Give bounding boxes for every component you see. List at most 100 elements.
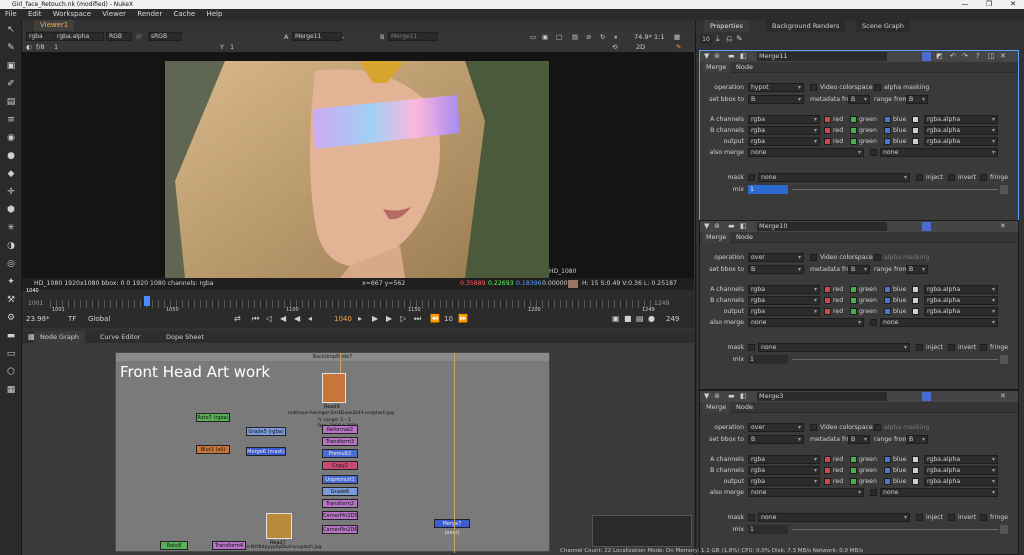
node-merge7[interactable]: Merge7 (over): [434, 519, 470, 536]
color-icon[interactable]: ◉: [4, 132, 18, 144]
mask-select[interactable]: none: [758, 343, 910, 352]
b-blue-checkbox[interactable]: [884, 467, 891, 474]
refresh-icon[interactable]: ↻: [600, 32, 605, 43]
menu-render[interactable]: Render: [137, 10, 162, 18]
pointer-icon[interactable]: ↖: [4, 24, 18, 36]
menu-viewer[interactable]: Viewer: [102, 10, 126, 18]
out-red-checkbox[interactable]: [824, 138, 831, 145]
3d-icon[interactable]: ⬢: [4, 204, 18, 216]
also-merge-select[interactable]: none: [748, 318, 864, 327]
invert-checkbox[interactable]: [948, 514, 955, 521]
metadata-select[interactable]: B: [848, 265, 870, 274]
color-icon[interactable]: [922, 222, 931, 231]
out-alpha-checkbox[interactable]: [912, 478, 919, 485]
image-icon[interactable]: ▣: [4, 60, 18, 72]
set-bbox-select[interactable]: B: [748, 95, 804, 104]
close-panel-icon[interactable]: ✕: [1000, 222, 1006, 230]
mix-input[interactable]: 1: [748, 185, 788, 194]
b-channels-select[interactable]: rgba: [748, 296, 820, 305]
wipe-icon[interactable]: ⊘: [586, 32, 591, 43]
alpha-masking-checkbox[interactable]: [874, 84, 881, 91]
alpha-masking-checkbox[interactable]: [874, 424, 881, 431]
inject-checkbox[interactable]: [916, 514, 923, 521]
alpha-select[interactable]: rgba.alpha: [54, 32, 104, 41]
float-panel-icon[interactable]: ◧: [740, 52, 747, 60]
tab-background-renders[interactable]: Background Renders: [766, 20, 846, 32]
out-green-checkbox[interactable]: [850, 138, 857, 145]
node-merge6[interactable]: Merge6 (mask): [246, 447, 286, 456]
step-value[interactable]: 10: [444, 315, 453, 323]
set-bbox-select[interactable]: B: [748, 265, 804, 274]
merge-icon[interactable]: ✛: [4, 186, 18, 198]
record-icon[interactable]: ●: [648, 314, 655, 323]
cara-icon[interactable]: ⬡: [4, 366, 18, 378]
tab-curve-editor[interactable]: Curve Editor: [94, 331, 146, 343]
minimize-panel-icon[interactable]: ▬: [728, 392, 735, 400]
max-panels-input[interactable]: 10: [700, 35, 712, 44]
a-blue-checkbox[interactable]: [884, 456, 891, 463]
alpha-masking-checkbox[interactable]: [874, 254, 881, 261]
backdrop-node[interactable]: BackdropNode7 Front Head Art work Read9 …: [115, 352, 550, 553]
mask-checkbox[interactable]: [748, 344, 755, 351]
help-icon[interactable]: ?: [976, 52, 980, 60]
also-merge-select-2[interactable]: none: [880, 318, 998, 327]
output-select[interactable]: rgba: [748, 137, 820, 146]
prev-frame-icon[interactable]: ◀: [280, 314, 286, 323]
operation-select[interactable]: over: [748, 423, 804, 432]
tab-node[interactable]: Node: [732, 232, 757, 243]
a-alpha-checkbox[interactable]: [912, 286, 919, 293]
node-unpremult1[interactable]: Unpremult1: [322, 475, 358, 484]
a-red-checkbox[interactable]: [824, 286, 831, 293]
next-frame-icon[interactable]: ▶: [386, 314, 392, 323]
float-panel-icon[interactable]: ◧: [740, 392, 747, 400]
b-alpha-select[interactable]: rgba.alpha: [924, 126, 998, 135]
lock-icon[interactable]: ⤓: [716, 34, 720, 44]
node-copy2[interactable]: Copy2: [322, 461, 358, 470]
minimize-panel-icon[interactable]: ▬: [728, 52, 735, 60]
tab-merge[interactable]: Merge: [702, 402, 731, 413]
tf-select[interactable]: TF: [68, 315, 76, 323]
metadata-icon[interactable]: ✦: [4, 276, 18, 288]
end-frame-value[interactable]: 249: [666, 315, 679, 323]
step-forward-icon[interactable]: ▸: [358, 314, 362, 323]
close-panel-icon[interactable]: ✕: [1000, 392, 1006, 400]
flipbook-icon[interactable]: ▣: [612, 314, 620, 323]
operation-select[interactable]: over: [748, 253, 804, 262]
clip-icon[interactable]: ▤: [572, 32, 578, 43]
playhead[interactable]: [144, 296, 150, 306]
out-alpha-checkbox[interactable]: [912, 308, 919, 315]
furnace-icon[interactable]: ▬: [4, 330, 18, 342]
mask-select[interactable]: none: [758, 173, 910, 182]
operation-select[interactable]: hypot: [748, 83, 804, 92]
range-select[interactable]: B: [906, 95, 928, 104]
out-red-checkbox[interactable]: [824, 308, 831, 315]
out-green-checkbox[interactable]: [850, 478, 857, 485]
revert-icon[interactable]: ◫: [988, 52, 995, 60]
out-blue-checkbox[interactable]: [884, 478, 891, 485]
a-channels-select[interactable]: rgba: [748, 115, 820, 124]
ip-toggle[interactable]: IP: [136, 32, 142, 43]
lut-select[interactable]: sRGB: [148, 32, 182, 41]
a-channels-select[interactable]: rgba: [748, 455, 820, 464]
b-blue-checkbox[interactable]: [884, 297, 891, 304]
menu-help[interactable]: Help: [206, 10, 222, 18]
mix-animate-icon[interactable]: [1000, 525, 1008, 534]
node-cornerpin6[interactable]: CornerPin2D6: [322, 525, 358, 534]
input-b-select[interactable]: Merge11: [388, 32, 438, 41]
tab-scene-graph[interactable]: Scene Graph: [856, 20, 910, 32]
plugin-icon[interactable]: ▦: [4, 384, 18, 396]
node-info-icon[interactable]: ⊚: [714, 52, 720, 60]
mix-input[interactable]: 1: [748, 355, 788, 364]
input-a-select[interactable]: Merge11: [292, 32, 342, 41]
video-colorspace-checkbox[interactable]: [810, 424, 817, 431]
time-icon[interactable]: ▤: [4, 96, 18, 108]
loop-icon[interactable]: ⇄: [234, 314, 241, 323]
out-green-checkbox[interactable]: [850, 308, 857, 315]
node-cornerpin5[interactable]: CornerPin2D5: [322, 511, 358, 520]
mix-slider[interactable]: [792, 189, 998, 190]
out-alpha-select[interactable]: rgba.alpha: [924, 477, 998, 486]
draw-icon[interactable]: ✐: [4, 78, 18, 90]
also-merge-checkbox[interactable]: [870, 149, 877, 156]
invert-checkbox[interactable]: [948, 344, 955, 351]
timeline-end[interactable]: 1249: [654, 300, 669, 307]
